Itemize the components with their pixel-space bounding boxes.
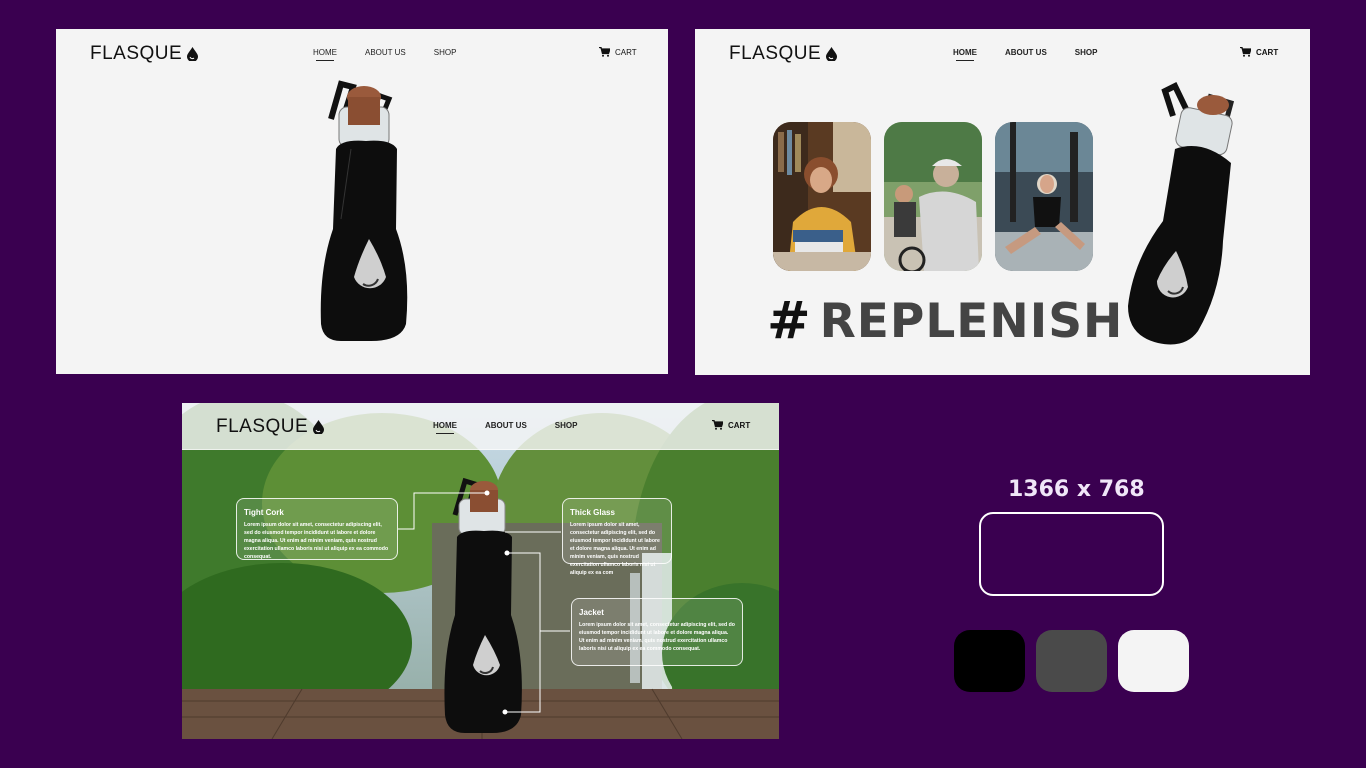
bottle-image	[1128, 81, 1235, 345]
callout-body: Lorem ipsum dolor sit amet, consectetur …	[244, 522, 389, 560]
brand-logo[interactable]: FLASQUE	[729, 43, 838, 65]
cart-button[interactable]: CART	[599, 47, 637, 57]
bottle-image	[320, 80, 408, 341]
mockup-lifestyle-screen: FLASQUE HOME ABOUT US SHOP CART # REPLEN…	[695, 29, 1310, 375]
callout-body: Lorem ipsum dolor sit amet, consectetur …	[579, 622, 735, 652]
nav-about-link[interactable]: ABOUT US	[1005, 48, 1047, 57]
photo-workout	[995, 122, 1093, 271]
color-swatch-white	[1118, 630, 1189, 692]
hashtag-text: REPLENISH	[819, 293, 1124, 349]
nav-links: HOME ABOUT US SHOP	[953, 48, 1098, 61]
navbar: FLASQUE HOME ABOUT US SHOP CART	[56, 29, 668, 77]
cart-icon	[1240, 47, 1251, 57]
color-swatch-gray	[1036, 630, 1107, 692]
callout-tight-cork: Tight Cork Lorem ipsum dolor sit amet, c…	[236, 498, 398, 560]
brand-logo[interactable]: FLASQUE	[90, 43, 199, 65]
callout-body: Lorem ipsum dolor sit amet, consectetur …	[570, 522, 660, 576]
photo-studying	[773, 122, 871, 271]
callout-title: Jacket	[579, 608, 604, 617]
photo-cycling	[884, 122, 982, 271]
callout-thick-glass: Thick Glass Lorem ipsum dolor sit amet, …	[562, 498, 672, 576]
navbar: FLASQUE HOME ABOUT US SHOP CART	[695, 29, 1310, 77]
mockup-features-screen: FLASQUE HOME ABOUT US SHOP CART Tight Co…	[182, 403, 779, 739]
cart-label: CART	[615, 47, 637, 57]
nav-home-link[interactable]: HOME	[313, 48, 337, 61]
callout-connectors	[398, 490, 570, 715]
callout-title: Tight Cork	[244, 508, 284, 517]
hashtag-replenish: # REPLENISH	[767, 291, 1123, 351]
hash-symbol: #	[767, 291, 812, 351]
mockup-home-screen: FLASQUE HOME ABOUT US SHOP CART	[56, 29, 668, 374]
cart-label: CART	[1256, 47, 1279, 57]
cart-button[interactable]: CART	[1240, 47, 1278, 57]
nav-shop-link[interactable]: SHOP	[1075, 48, 1098, 57]
callout-jacket: Jacket Lorem ipsum dolor sit amet, conse…	[571, 598, 743, 666]
resolution-label: 1366 x 768	[1008, 477, 1145, 502]
nav-home-link[interactable]: HOME	[953, 48, 977, 61]
nav-about-link[interactable]: ABOUT US	[365, 48, 406, 57]
aspect-ratio-box	[979, 512, 1164, 596]
color-swatch-black	[954, 630, 1025, 692]
brand-name: FLASQUE	[90, 43, 183, 64]
nav-links: HOME ABOUT US SHOP	[313, 48, 457, 61]
drop-icon	[826, 47, 838, 61]
brand-name: FLASQUE	[729, 43, 822, 64]
callout-title: Thick Glass	[570, 508, 615, 517]
nav-shop-link[interactable]: SHOP	[434, 48, 457, 57]
cart-icon	[599, 47, 610, 57]
drop-icon	[187, 47, 199, 61]
